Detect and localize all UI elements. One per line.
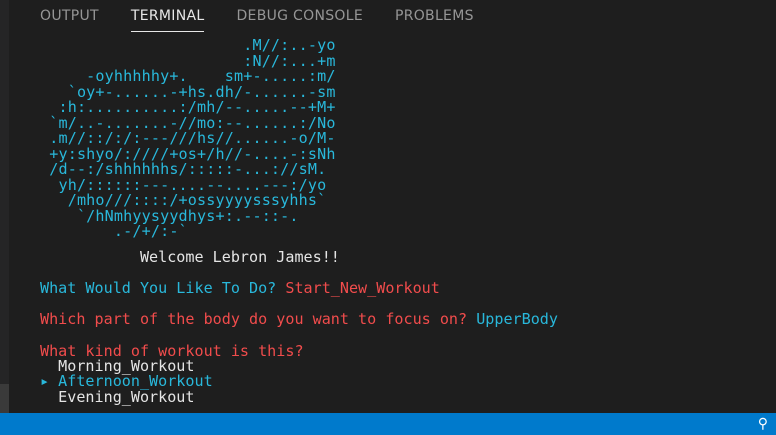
workout-options: Morning_Workout ▸ Afternoon_Workout Even…: [40, 358, 766, 406]
terminal-panel: OUTPUT TERMINAL DEBUG CONSOLE PROBLEMS .…: [0, 0, 776, 413]
prompt-line-2: Which part of the body do you want to fo…: [40, 304, 766, 335]
option-evening-workout[interactable]: Evening_Workout: [40, 389, 766, 406]
panel-tabs: OUTPUT TERMINAL DEBUG CONSOLE PROBLEMS: [40, 0, 506, 34]
welcome-message: Welcome Lebron James!!: [40, 247, 340, 266]
tab-output[interactable]: OUTPUT: [40, 0, 99, 34]
terminal-output[interactable]: .M//:..-yo :N//:...+m -oyhhhhhy+. sm+-..…: [40, 36, 766, 406]
remote-icon[interactable]: ⚲: [758, 415, 768, 433]
scrollbar-thumb[interactable]: [0, 384, 9, 413]
prompt-answer: UpperBody: [476, 309, 558, 328]
prompt-answer: Start_New_Workout: [285, 278, 440, 297]
tab-problems[interactable]: PROBLEMS: [395, 0, 474, 34]
prompt-question: Which part of the body do you want to fo…: [40, 309, 477, 328]
prompt-question: What Would You Like To Do?: [40, 278, 286, 297]
status-bar: ⚲: [0, 413, 776, 435]
prompt-line-1: What Would You Like To Do? Start_New_Wor…: [40, 273, 766, 304]
tab-debug-console[interactable]: DEBUG CONSOLE: [236, 0, 363, 34]
ascii-art: .M//:..-yo :N//:...+m -oyhhhhhy+. sm+-..…: [49, 36, 336, 240]
tab-terminal[interactable]: TERMINAL: [130, 0, 205, 34]
left-gutter: [0, 0, 9, 413]
